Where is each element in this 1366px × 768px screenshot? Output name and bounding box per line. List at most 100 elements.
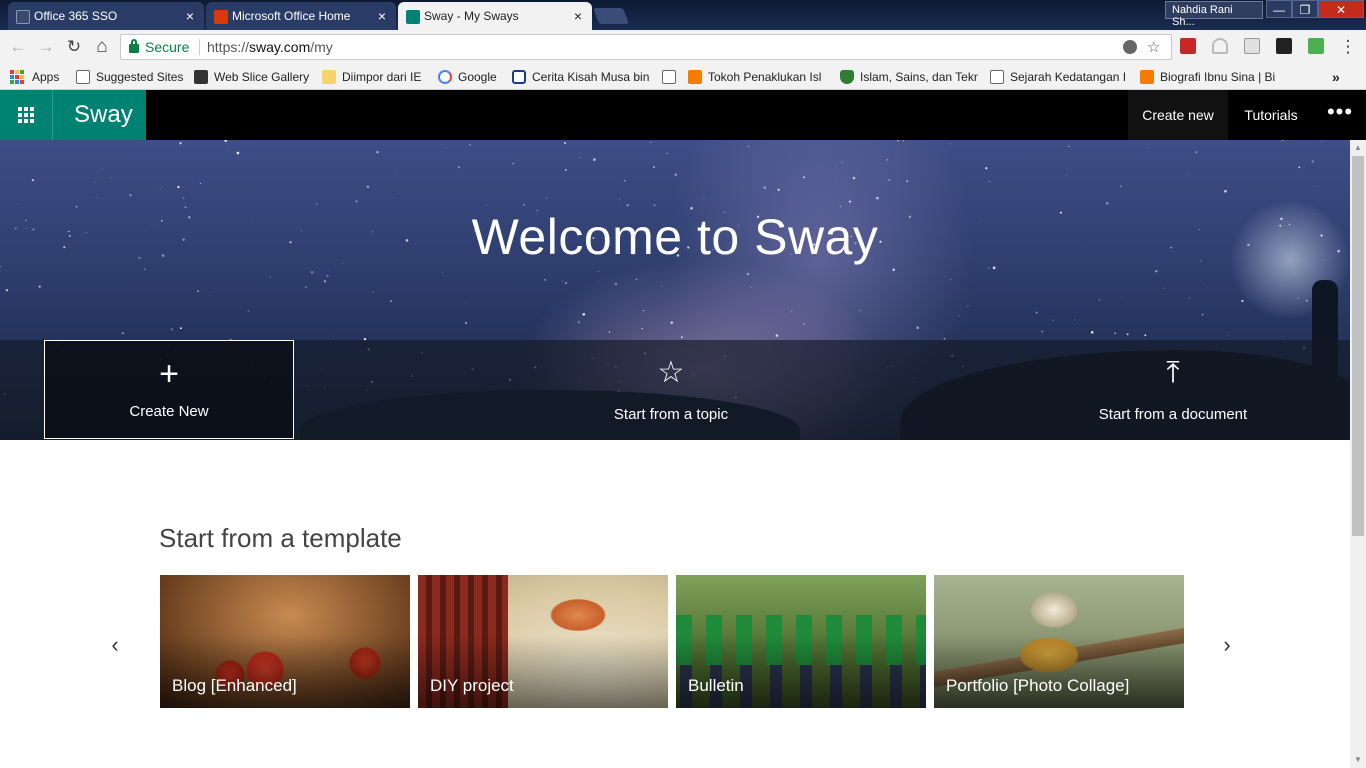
star xyxy=(579,157,581,158)
sway-brand[interactable]: Sway xyxy=(53,90,146,140)
bookmarks-overflow-button[interactable]: » xyxy=(1332,68,1346,86)
star xyxy=(750,287,752,288)
gmail-icon[interactable] xyxy=(1244,38,1260,54)
template-card-blog[interactable]: Blog [Enhanced] xyxy=(160,575,410,708)
star xyxy=(650,141,652,143)
star xyxy=(859,309,861,311)
back-icon[interactable]: ← xyxy=(8,37,28,57)
star xyxy=(892,268,895,271)
bookmark-sejarah-kedatangan[interactable]: Sejarah Kedatangan I xyxy=(990,68,1132,86)
bookmark-star-icon[interactable]: ☆ xyxy=(1147,38,1160,56)
close-window-button[interactable]: ✕ xyxy=(1318,0,1364,18)
tab-office-365-sso[interactable]: Office 365 SSO × xyxy=(8,2,204,30)
star xyxy=(1311,160,1315,163)
tab-sway-my-sways[interactable]: Sway - My Sways × xyxy=(398,2,592,30)
page-scrollbar[interactable]: ▲ ▼ xyxy=(1350,140,1366,768)
star xyxy=(17,203,19,205)
scrollbar-thumb[interactable] xyxy=(1352,156,1364,536)
url-host: sway.com xyxy=(249,39,311,55)
star xyxy=(1067,145,1070,148)
tutorials-link[interactable]: Tutorials xyxy=(1234,90,1308,140)
browser-toolbar: ← → ↻ ⌂ Secure https://sway.com/my ☆ ⋮ xyxy=(0,30,1366,64)
star xyxy=(564,168,567,171)
extension-bookmark-icon[interactable] xyxy=(1180,38,1196,54)
star xyxy=(564,282,568,285)
star xyxy=(950,278,952,280)
star xyxy=(886,159,889,161)
star xyxy=(777,188,780,191)
star xyxy=(642,309,645,312)
star xyxy=(485,204,487,206)
bookmark-tokoh-penaklukan[interactable]: Tokoh Penaklukan Isl xyxy=(662,68,828,86)
start-from-document-label: Start from a document xyxy=(1098,406,1248,423)
create-new-button[interactable]: + Create New xyxy=(44,340,294,439)
template-card-portfolio[interactable]: Portfolio [Photo Collage] xyxy=(934,575,1184,708)
star xyxy=(1298,166,1301,169)
folder-icon xyxy=(322,70,336,84)
bookmarks-bar: Apps Suggested Sites Web Slice Gallery D… xyxy=(0,64,1366,90)
restore-button[interactable]: ❐ xyxy=(1292,0,1318,18)
star xyxy=(465,303,467,305)
more-options-button[interactable]: ••• xyxy=(1324,90,1356,140)
address-bar[interactable]: Secure https://sway.com/my ☆ xyxy=(120,34,1172,60)
star xyxy=(1163,287,1165,289)
scroll-up-arrow-icon[interactable]: ▲ xyxy=(1350,140,1366,156)
tab-label: Microsoft Office Home xyxy=(232,9,351,23)
create-new-label: Create New xyxy=(129,403,209,420)
start-from-topic-button[interactable]: ☆ Start from a topic xyxy=(546,340,796,440)
star xyxy=(1226,335,1228,337)
caption-shade xyxy=(418,635,668,708)
caption-shade xyxy=(160,635,410,708)
forward-icon[interactable]: → xyxy=(36,37,56,57)
template-card-bulletin[interactable]: Bulletin xyxy=(676,575,926,708)
star xyxy=(109,176,111,178)
bookmark-biografi-ibnu-sina[interactable]: Biografi Ibnu Sina | Bi xyxy=(1140,68,1280,86)
carousel-next-button[interactable]: › xyxy=(1212,630,1242,660)
office-icon xyxy=(214,10,228,24)
tab-microsoft-office-home[interactable]: Microsoft Office Home × xyxy=(206,2,396,30)
blocked-content-icon[interactable] xyxy=(1123,40,1137,54)
close-tab-icon[interactable]: × xyxy=(186,8,194,24)
home-icon[interactable]: ⌂ xyxy=(92,37,112,57)
bookmark-web-slice-gallery[interactable]: Web Slice Gallery xyxy=(194,68,312,86)
carousel-prev-button[interactable]: ‹ xyxy=(100,630,130,660)
start-from-document-button[interactable]: ⤒ Start from a document xyxy=(1048,340,1298,440)
create-new-link[interactable]: Create new xyxy=(1128,90,1228,140)
bookmark-google[interactable]: Google xyxy=(438,68,502,86)
bookmark-suggested-sites[interactable]: Suggested Sites xyxy=(76,68,186,86)
notifications-icon[interactable] xyxy=(1212,38,1228,54)
star xyxy=(988,267,990,269)
secure-label: Secure xyxy=(145,39,190,55)
bookmark-cerita-kisah-musa[interactable]: Cerita Kisah Musa bin xyxy=(512,68,652,86)
star xyxy=(958,314,960,316)
star xyxy=(179,327,182,330)
extension-drive-icon[interactable] xyxy=(1308,38,1324,54)
template-label: Blog [Enhanced] xyxy=(172,676,297,695)
template-card-diy[interactable]: DIY project xyxy=(418,575,668,708)
star xyxy=(950,143,952,145)
bookmark-islam-sains[interactable]: Islam, Sains, dan Tekn xyxy=(840,68,978,86)
star xyxy=(641,327,643,330)
star xyxy=(839,205,842,207)
reload-icon[interactable]: ↻ xyxy=(64,37,84,57)
minimize-button[interactable]: — xyxy=(1266,0,1292,18)
bookmark-apps[interactable]: Apps xyxy=(10,68,72,86)
profile-button[interactable]: Nahdia Rani Sh... xyxy=(1165,1,1263,28)
hero-title: Welcome to Sway xyxy=(471,209,879,265)
close-tab-icon[interactable]: × xyxy=(378,8,386,24)
scroll-down-arrow-icon[interactable]: ▼ xyxy=(1350,752,1366,768)
close-tab-icon[interactable]: × xyxy=(574,8,582,24)
browser-menu-icon[interactable]: ⋮ xyxy=(1338,37,1358,57)
apps-grid-icon xyxy=(10,70,24,84)
app-launcher-button[interactable] xyxy=(0,90,53,140)
bookmark-diimpor-dari-ie[interactable]: Diimpor dari IE xyxy=(322,68,426,86)
star xyxy=(763,186,767,189)
star xyxy=(305,286,307,288)
star xyxy=(1281,140,1284,142)
new-tab-button[interactable] xyxy=(593,8,629,24)
star xyxy=(661,285,663,287)
secure-indicator[interactable]: Secure xyxy=(129,38,190,55)
extension-tampermonkey-icon[interactable] xyxy=(1276,38,1292,54)
url-text[interactable]: https://sway.com/my xyxy=(207,39,333,55)
star xyxy=(0,265,1,268)
